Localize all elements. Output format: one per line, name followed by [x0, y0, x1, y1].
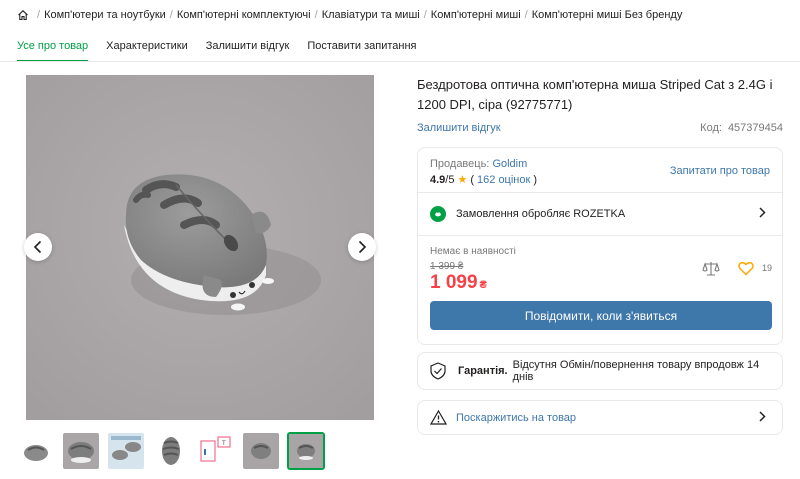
tabs-divider	[0, 61, 800, 62]
breadcrumb-link[interactable]: Комп'ютерні миші	[431, 9, 521, 21]
thumbnail[interactable]	[17, 432, 55, 470]
warning-triangle-icon	[430, 410, 447, 425]
rozetka-fulfillment-text: Замовлення обробляє ROZETKA	[456, 208, 626, 220]
chevron-right-icon	[758, 207, 766, 222]
ask-about-product-link[interactable]: Запитати про товар	[670, 165, 770, 177]
tab-leave-review[interactable]: Залишити відгук	[206, 40, 290, 62]
old-price: 1 399 ₴	[430, 261, 464, 272]
chevron-right-icon	[758, 410, 766, 425]
home-icon[interactable]	[17, 9, 29, 21]
product-tabs: Усе про товар Характеристики Залишити ві…	[17, 40, 435, 62]
seller-rating: 4.9/5 ★ ( 162 оцінок )	[430, 173, 537, 187]
warranty-info: Гарантія. Відсутня Обмін/повернення това…	[417, 352, 783, 390]
seller-card: Продавець: Goldim 4.9/5 ★ ( 162 оцінок )…	[417, 147, 783, 345]
breadcrumb-separator: /	[423, 9, 427, 21]
star-icon: ★	[457, 174, 468, 186]
rating-max: /5	[445, 173, 455, 186]
breadcrumb-separator: /	[314, 9, 318, 21]
compare-scales-icon[interactable]	[702, 261, 720, 280]
notify-when-available-button[interactable]: Повідомити, коли з'явиться	[430, 301, 772, 330]
rozetka-fulfillment-row[interactable]: Замовлення обробляє ROZETKA	[418, 193, 782, 236]
breadcrumb: / Комп'ютери та ноутбуки / Комп'ютерні к…	[17, 7, 682, 23]
rozetka-logo-icon	[430, 206, 446, 222]
seller-row: Продавець: Goldim 4.9/5 ★ ( 162 оцінок )…	[418, 148, 782, 193]
chevron-right-icon	[358, 240, 367, 254]
stock-status: Немає в наявності	[430, 246, 516, 257]
product-code-label: Код:	[700, 122, 722, 134]
tab-all-about-product[interactable]: Усе про товар	[17, 40, 89, 62]
reviews-open-paren: (	[470, 173, 475, 186]
tab-ask-question[interactable]: Поставити запитання	[307, 40, 416, 62]
breadcrumb-link[interactable]: Комп'ютерні миші Без бренду	[532, 9, 683, 21]
product-main-image[interactable]	[26, 75, 374, 420]
currency-symbol: ₴	[479, 279, 487, 291]
breadcrumb-separator: /	[169, 9, 173, 21]
thumbnail-active[interactable]	[287, 432, 325, 470]
seller-label: Продавець: Goldim	[430, 158, 527, 170]
gallery-next-button[interactable]	[348, 233, 376, 261]
seller-label-text: Продавець:	[430, 158, 490, 170]
shield-check-icon	[430, 362, 446, 380]
thumbnail[interactable]: T	[197, 432, 235, 470]
complain-link[interactable]: Поскаржитись на товар	[456, 412, 576, 424]
price-value: 1 099	[430, 272, 478, 293]
reviews-close-paren: )	[533, 173, 537, 186]
warranty-label: Гарантія.	[458, 365, 508, 377]
rating-value: 4.9	[430, 173, 446, 186]
reviews-count-link[interactable]: 162 оцінок	[477, 174, 530, 186]
current-price: 1 099 ₴	[430, 272, 487, 294]
chevron-left-icon	[33, 240, 42, 254]
thumbnail[interactable]	[62, 432, 100, 470]
gallery-prev-button[interactable]	[24, 233, 52, 261]
heart-icon[interactable]	[738, 261, 754, 279]
product-code-value: 457379454	[727, 122, 783, 134]
leave-review-link[interactable]: Залишити відгук	[417, 122, 501, 134]
complain-about-product-row[interactable]: Поскаржитись на товар	[417, 400, 783, 435]
thumbnail[interactable]	[107, 432, 145, 470]
product-code: Код: 457379454	[700, 122, 783, 134]
product-title: Бездротова оптична комп'ютерна миша Stri…	[417, 77, 773, 112]
seller-name-link[interactable]: Goldim	[492, 158, 527, 170]
thumbnail[interactable]	[152, 432, 190, 470]
breadcrumb-link[interactable]: Комп'ютери та ноутбуки	[44, 9, 166, 21]
tab-characteristics[interactable]: Характеристики	[106, 40, 188, 62]
breadcrumb-link[interactable]: Комп'ютерні комплектуючі	[177, 9, 311, 21]
breadcrumb-link[interactable]: Клавіатури та миші	[322, 9, 420, 21]
thumbnail[interactable]	[242, 432, 280, 470]
favorites-count: 19	[762, 263, 773, 273]
breadcrumb-separator: /	[524, 9, 528, 21]
warranty-text: Відсутня Обмін/повернення товару впродов…	[512, 359, 760, 383]
breadcrumb-separator: /	[37, 9, 41, 21]
svg-text:T: T	[221, 440, 226, 447]
gallery-thumbnails: T	[17, 432, 332, 470]
